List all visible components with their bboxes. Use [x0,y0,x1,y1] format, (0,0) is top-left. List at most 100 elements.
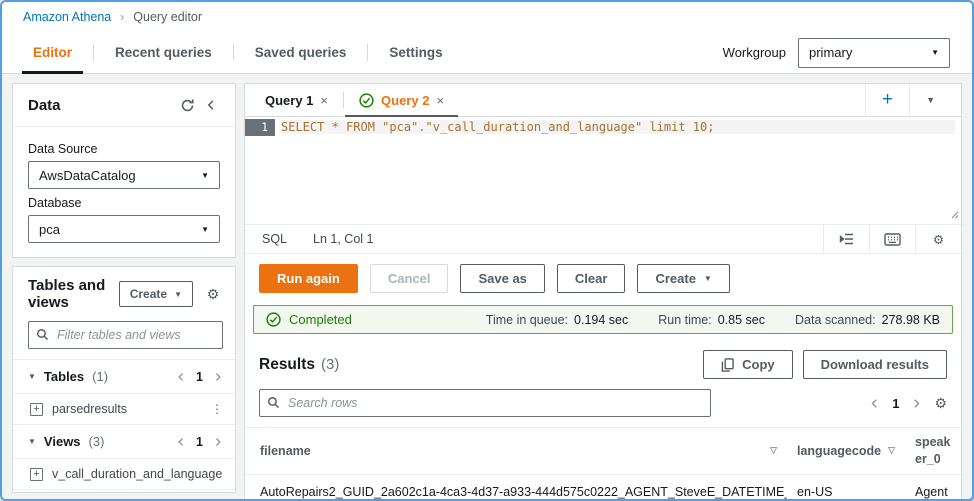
create-dropdown-button[interactable]: Create ▼ [637,264,730,293]
query-tab-2[interactable]: Query 2 × [345,84,459,117]
views-page-number: 1 [196,434,203,449]
prev-page-icon[interactable] [176,372,186,382]
sql-query-text[interactable]: SELECT * FROM "pca"."v_call_duration_and… [281,120,955,134]
save-as-button[interactable]: Save as [460,264,545,293]
tab-list-caret-icon[interactable]: ▼ [909,84,951,116]
view-item-v-call-duration-and-language[interactable]: + v_call_duration_and_language ⋮ [13,458,235,489]
tab-recent-queries[interactable]: Recent queries [94,32,233,73]
workgroup-label: Workgroup [722,45,786,60]
column-header-languagecode[interactable]: languagecode ▽ [787,427,905,475]
caret-down-icon: ▼ [201,170,209,180]
line-number: 1 [245,119,275,136]
close-tab-icon[interactable]: × [320,93,328,108]
create-button[interactable]: Create ▼ [118,281,193,307]
table-item-parsedresults[interactable]: + parsedresults ⋮ [13,393,235,424]
workgroup-select[interactable]: primary ▼ [798,37,950,68]
run-time-value: 0.85 sec [717,312,765,327]
sort-icon[interactable]: ▽ [888,445,895,456]
item-actions-ellipsis-icon[interactable]: ⋮ [231,467,235,481]
editor-resize-handle-icon[interactable] [949,208,959,222]
data-sidebar: Data Data Source AwsDataCatalog ▼ Databa… [12,83,236,493]
tables-section-header[interactable]: ▼ Tables (1) 1 [13,359,235,393]
tab-settings[interactable]: Settings [368,32,463,73]
clear-button[interactable]: Clear [556,264,626,293]
run-again-button[interactable]: Run again [259,264,358,293]
download-results-button[interactable]: Download results [802,350,947,379]
search-rows-input[interactable] [259,389,711,417]
database-select[interactable]: pca ▼ [28,215,220,243]
close-tab-icon[interactable]: × [436,93,444,108]
column-header-filename[interactable]: filename ▽ [245,427,787,475]
results-search-row: 1 ⚙ [245,387,961,427]
data-source-select[interactable]: AwsDataCatalog ▼ [28,161,220,189]
data-scanned-label: Data scanned: [795,312,876,327]
search-icon [267,396,280,409]
cell-filename: AutoRepairs2_GUID_2a602c1a-4ca3-4d37-a93… [245,474,787,499]
breadcrumb-amazon-athena[interactable]: Amazon Athena [23,10,111,24]
editor-language: SQL [262,232,288,246]
expand-icon[interactable]: + [30,467,43,481]
tab-saved-queries[interactable]: Saved queries [234,32,368,73]
results-prev-page-icon[interactable] [869,398,880,409]
section-expand-caret-icon[interactable]: ▼ [28,372,36,381]
format-query-icon[interactable] [823,225,869,253]
section-expand-caret-icon[interactable]: ▼ [28,437,36,446]
editor-status-bar: SQL Ln 1, Col 1 ⚙ [245,225,961,254]
results-page-number: 1 [892,395,900,411]
caret-down-icon: ▼ [703,274,712,283]
tab-editor[interactable]: Editor [12,32,93,74]
breadcrumb: Amazon Athena › Query editor [2,2,972,32]
column-header-speaker-0[interactable]: speaker_0 [905,427,961,475]
caret-down-icon: ▼ [201,224,209,234]
copy-button[interactable]: Copy [703,350,793,379]
item-actions-ellipsis-icon[interactable]: ⋮ [211,402,223,416]
breadcrumb-query-editor: Query editor [133,10,203,24]
editor-settings-gear-icon[interactable]: ⚙ [915,225,961,253]
data-panel: Data Data Source AwsDataCatalog ▼ Databa… [12,83,236,258]
tables-settings-gear-icon[interactable]: ⚙ [201,283,225,305]
prev-page-icon[interactable] [176,437,186,447]
results-next-page-icon[interactable] [911,398,922,409]
query-status-banner: Completed Time in queue: 0.194 sec Run t… [253,305,953,334]
keyboard-shortcuts-icon[interactable] [869,225,915,253]
refresh-icon[interactable] [175,94,199,116]
next-page-icon[interactable] [213,437,223,447]
results-title: Results [259,355,315,373]
results-table: filename ▽ languagecode ▽ speaker_0 Auto… [245,427,961,499]
completed-check-icon [266,312,281,327]
query-editor-area: Query 1 × Query 2 × + ▼ 1 SELECT * FROM … [244,83,962,499]
next-page-icon[interactable] [213,372,223,382]
database-label: Database [28,196,82,210]
data-source-label: Data Source [28,142,98,156]
results-count: (3) [321,356,340,373]
table-row[interactable]: AutoRepairs2_GUID_2a602c1a-4ca3-4d37-a93… [245,474,961,499]
sql-editor[interactable]: 1 SELECT * FROM "pca"."v_call_duration_a… [245,117,961,225]
query-actions: Run again Cancel Save as Clear Create ▼ [245,254,961,304]
tables-panel-title: Tables and views [28,277,106,311]
queue-time-value: 0.194 sec [574,312,629,327]
editor-gutter: 1 [245,117,275,224]
caret-down-icon: ▼ [931,48,939,57]
view-item-v-conversation-segments[interactable]: + v_conversation_segments ⋮ [13,489,235,492]
results-settings-gear-icon[interactable]: ⚙ [934,395,947,412]
query-tabs: Query 1 × Query 2 × + ▼ [245,84,961,117]
status-completed-text: Completed [289,312,352,327]
tables-and-views-panel: Tables and views Create ▼ ⚙ ▼ Tables (1) [12,266,236,493]
expand-icon[interactable]: + [30,402,43,416]
cell-languagecode: en-US [787,474,905,499]
athena-console-window: Amazon Athena › Query editor Editor Rece… [0,0,974,501]
sort-icon[interactable]: ▽ [770,445,777,456]
cursor-position: Ln 1, Col 1 [313,232,374,246]
views-section-header[interactable]: ▼ Views (3) 1 [13,424,235,458]
query-tab-1[interactable]: Query 1 × [255,84,338,116]
query-tab-divider [343,92,345,108]
new-query-tab-button[interactable]: + [864,84,909,116]
filter-tables-input[interactable] [28,321,223,349]
search-icon [36,328,49,341]
collapse-panel-icon[interactable] [199,94,223,116]
data-scanned-value: 278.98 KB [881,312,940,327]
breadcrumb-separator-icon: › [120,10,125,24]
cell-speaker-0: Agent [905,474,961,499]
success-check-icon [359,92,374,108]
caret-down-icon: ▼ [174,289,182,299]
